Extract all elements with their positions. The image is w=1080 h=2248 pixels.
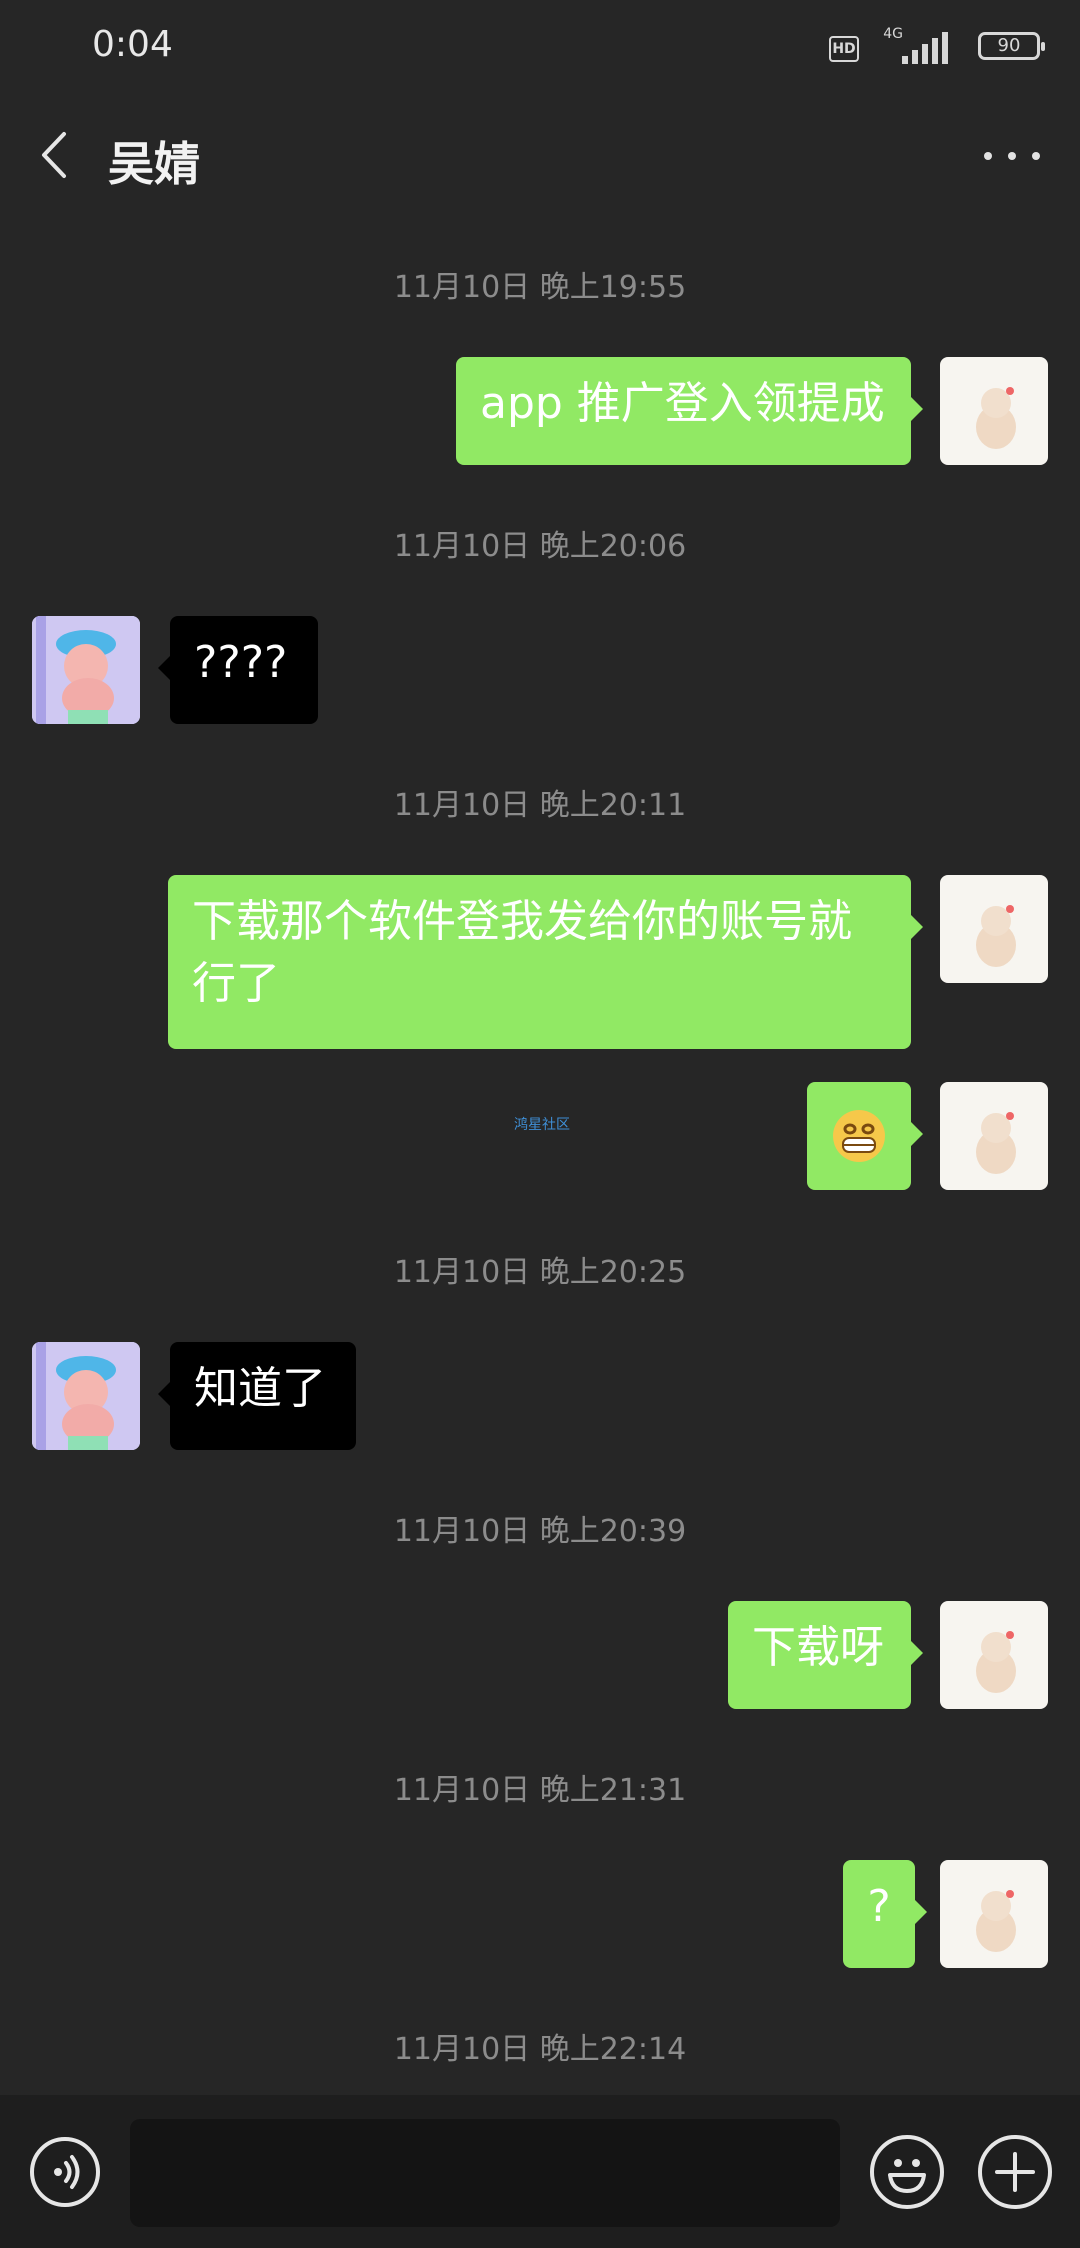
my-emoji-bubble[interactable] xyxy=(807,1082,923,1190)
message-timestamp: 11月10日 晚上19:55 xyxy=(393,270,687,305)
my-message-bubble[interactable]: app 推广登入领提成 xyxy=(456,357,923,465)
battery-level: 90 xyxy=(997,35,1021,56)
status-icons: HD 4G 90 xyxy=(820,26,1045,66)
message-input[interactable] xyxy=(130,2119,840,2227)
message-timestamp: 11月10日 晚上20:11 xyxy=(393,788,687,823)
cartoon-cat-avatar-icon xyxy=(976,1631,1016,1693)
cartoon-cat-avatar-icon xyxy=(976,1890,1016,1952)
cartoon-character-avatar-icon xyxy=(32,616,140,724)
my-message-bubble[interactable]: ? xyxy=(843,1860,927,1968)
back-arrow-icon[interactable] xyxy=(34,130,78,180)
cartoon-cat-avatar-icon xyxy=(976,905,1016,967)
chat-title: 吴婧 xyxy=(108,137,200,191)
input-bar xyxy=(0,2095,1080,2248)
contact-avatar[interactable] xyxy=(32,1342,140,1450)
my-avatar[interactable] xyxy=(940,1601,1048,1709)
my-message-bubble[interactable]: 下载呀 xyxy=(728,1601,923,1709)
watermark-text: 鸿星社区 xyxy=(514,1117,570,1133)
message-timestamp: 11月10日 晚上20:25 xyxy=(393,1255,687,1290)
more-options-icon[interactable] xyxy=(982,148,1042,164)
cartoon-cat-avatar-icon xyxy=(976,387,1016,449)
plus-icon xyxy=(995,2152,1035,2192)
message-timestamp: 11月10日 晚上22:14 xyxy=(393,2032,687,2067)
voice-wave-icon xyxy=(54,2155,80,2189)
my-avatar[interactable] xyxy=(940,1860,1048,1968)
grinning-face-icon xyxy=(833,1110,885,1162)
voice-input-button[interactable] xyxy=(30,2137,100,2207)
status-bar: 0:04 HD 4G 90 xyxy=(0,0,1080,90)
chat-header: 吴婧 xyxy=(0,90,1080,220)
battery-icon: 90 xyxy=(978,32,1045,60)
message-timestamp: 11月10日 晚上20:06 xyxy=(393,529,687,564)
status-time: 0:04 xyxy=(92,24,173,65)
signal-strength-icon xyxy=(902,32,948,64)
hd-icon: HD xyxy=(829,36,859,62)
my-message-bubble[interactable]: 下载那个软件登我发给你的账号就行了 xyxy=(168,875,923,1049)
cartoon-cat-avatar-icon xyxy=(976,1112,1016,1174)
smiley-face-icon xyxy=(888,2159,926,2193)
my-avatar[interactable] xyxy=(940,875,1048,983)
message-timestamp: 11月10日 晚上20:39 xyxy=(393,1514,687,1549)
my-avatar[interactable] xyxy=(940,357,1048,465)
emoji-button[interactable] xyxy=(870,2135,944,2209)
contact-message-bubble[interactable]: ???? xyxy=(158,616,318,724)
cartoon-character-avatar-icon xyxy=(32,1342,140,1450)
message-timestamp: 11月10日 晚上21:31 xyxy=(393,1773,687,1808)
my-avatar[interactable] xyxy=(940,1082,1048,1190)
contact-message-bubble[interactable]: 知道了 xyxy=(158,1342,356,1450)
more-functions-button[interactable] xyxy=(978,2135,1052,2209)
contact-avatar[interactable] xyxy=(32,616,140,724)
